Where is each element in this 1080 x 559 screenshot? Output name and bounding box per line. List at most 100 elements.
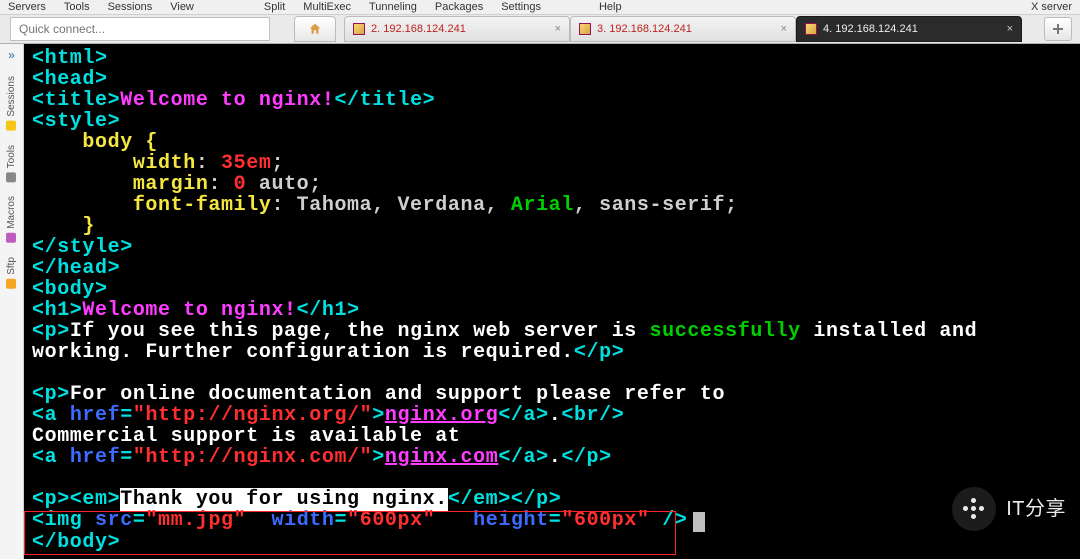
code-token bbox=[435, 509, 473, 532]
quick-connect-input[interactable] bbox=[10, 17, 270, 41]
menu-servers[interactable]: Servers bbox=[8, 1, 46, 13]
macro-icon bbox=[7, 233, 17, 243]
code-token: auto; bbox=[246, 173, 322, 196]
menu-packages[interactable]: Packages bbox=[435, 1, 483, 13]
code-token: "http://nginx.com/" bbox=[133, 446, 372, 469]
sidebar-item-sessions[interactable]: Sessions bbox=[6, 70, 17, 137]
plus-icon bbox=[1052, 23, 1064, 35]
code-token: = bbox=[120, 404, 133, 427]
code-token: height bbox=[473, 509, 549, 532]
code-token: width bbox=[271, 509, 334, 532]
code-token: </p> bbox=[561, 446, 611, 469]
sidebar-item-sftp[interactable]: Sftp bbox=[6, 251, 17, 295]
new-tab-button[interactable] bbox=[1044, 17, 1072, 41]
code-token: </h1> bbox=[297, 299, 360, 322]
tab-label: 4. 192.168.124.241 bbox=[823, 23, 918, 35]
sidebar-item-macros[interactable]: Macros bbox=[6, 190, 17, 249]
terminal-output[interactable]: <html> <head> <title>Welcome to nginx!</… bbox=[24, 44, 1080, 559]
code-token: <html> bbox=[32, 47, 108, 70]
code-token: 0 bbox=[234, 173, 247, 196]
code-token: : Tahoma, Verdana, bbox=[271, 194, 510, 217]
menu-view[interactable]: View bbox=[170, 1, 194, 13]
terminal-cursor bbox=[693, 512, 705, 532]
code-token: <p><em> bbox=[32, 488, 120, 511]
code-token: For online documentation and support ple… bbox=[70, 383, 725, 406]
code-token: working. Further configuration is requir… bbox=[32, 341, 574, 364]
code-token: > bbox=[372, 404, 385, 427]
menu-split[interactable]: Split bbox=[264, 1, 285, 13]
code-token: <p> bbox=[32, 383, 70, 406]
code-token: src bbox=[95, 509, 133, 532]
toolbar-row: 2. 192.168.124.241 × 3. 192.168.124.241 … bbox=[0, 14, 1080, 44]
sidebar-item-label: Sftp bbox=[6, 257, 17, 275]
code-token: Welcome to nginx! bbox=[82, 299, 296, 322]
code-token: font-family bbox=[32, 194, 271, 217]
code-token: : bbox=[208, 173, 233, 196]
code-token: <a bbox=[32, 446, 70, 469]
side-panel: » Sessions Tools Macros Sftp bbox=[0, 44, 24, 559]
code-token: body { bbox=[32, 131, 158, 154]
menu-settings[interactable]: Settings bbox=[501, 1, 541, 13]
code-token: </title> bbox=[334, 89, 435, 112]
gear-icon bbox=[7, 172, 17, 182]
tab-label: 3. 192.168.124.241 bbox=[597, 23, 692, 35]
code-token: </em></p> bbox=[448, 488, 561, 511]
code-token: = bbox=[335, 509, 348, 532]
tab-3[interactable]: 4. 192.168.124.241 × bbox=[796, 16, 1022, 42]
code-token: Thank you for using nginx. bbox=[120, 488, 448, 511]
menu-sessions[interactable]: Sessions bbox=[108, 1, 153, 13]
menu-multiexec[interactable]: MultiExec bbox=[303, 1, 351, 13]
code-token: . bbox=[549, 446, 562, 469]
code-token: <a bbox=[32, 404, 70, 427]
menu-xserver[interactable]: X server bbox=[1031, 1, 1072, 13]
code-token: <title> bbox=[32, 89, 120, 112]
code-token: </a> bbox=[498, 446, 548, 469]
code-token: : bbox=[196, 152, 221, 175]
home-icon bbox=[308, 22, 322, 36]
code-token: = bbox=[120, 446, 133, 469]
code-token: <img bbox=[32, 509, 95, 532]
code-token: installed and bbox=[801, 320, 977, 343]
close-icon[interactable]: × bbox=[555, 23, 561, 35]
watermark-icon bbox=[952, 487, 996, 531]
tab-1[interactable]: 2. 192.168.124.241 × bbox=[344, 16, 570, 42]
watermark: IT分享 bbox=[952, 487, 1066, 531]
tab-label: 2. 192.168.124.241 bbox=[371, 23, 466, 35]
menu-help[interactable]: Help bbox=[599, 1, 622, 13]
sidebar-item-label: Sessions bbox=[6, 76, 17, 117]
home-tab[interactable] bbox=[294, 16, 336, 42]
code-token: <br/> bbox=[561, 404, 624, 427]
sidebar-item-tools[interactable]: Tools bbox=[6, 139, 17, 188]
close-icon[interactable]: × bbox=[781, 23, 787, 35]
star-icon bbox=[7, 121, 17, 131]
code-token: "600px" bbox=[561, 509, 649, 532]
code-token: successfully bbox=[650, 320, 801, 343]
code-token: = bbox=[133, 509, 146, 532]
code-token: href bbox=[70, 404, 120, 427]
code-token: Welcome to nginx! bbox=[120, 89, 334, 112]
collapse-panel-button[interactable]: » bbox=[8, 48, 15, 62]
menubar: Servers Tools Sessions View Split MultiE… bbox=[0, 0, 1080, 14]
code-token: 35em bbox=[221, 152, 271, 175]
code-token: </style> bbox=[32, 236, 133, 259]
code-token: If you see this page, the nginx web serv… bbox=[70, 320, 650, 343]
code-token: </body> bbox=[32, 531, 120, 554]
code-token: <h1> bbox=[32, 299, 82, 322]
code-token: "mm.jpg" bbox=[145, 509, 246, 532]
terminal-icon bbox=[579, 23, 591, 35]
code-token: margin bbox=[32, 173, 208, 196]
code-token: nginx.org bbox=[385, 404, 498, 427]
tab-2[interactable]: 3. 192.168.124.241 × bbox=[570, 16, 796, 42]
code-token: <head> bbox=[32, 68, 108, 91]
sidebar-item-label: Tools bbox=[6, 145, 17, 168]
code-token: Arial bbox=[511, 194, 574, 217]
tabs-wrap: 2. 192.168.124.241 × 3. 192.168.124.241 … bbox=[344, 16, 1036, 42]
menu-tunneling[interactable]: Tunneling bbox=[369, 1, 417, 13]
menu-tools[interactable]: Tools bbox=[64, 1, 90, 13]
terminal-icon bbox=[353, 23, 365, 35]
code-token: Commercial support is available at bbox=[32, 425, 460, 448]
close-icon[interactable]: × bbox=[1007, 23, 1013, 35]
watermark-label: IT分享 bbox=[1006, 499, 1066, 520]
code-token: <p> bbox=[32, 320, 70, 343]
code-token: } bbox=[32, 215, 95, 238]
